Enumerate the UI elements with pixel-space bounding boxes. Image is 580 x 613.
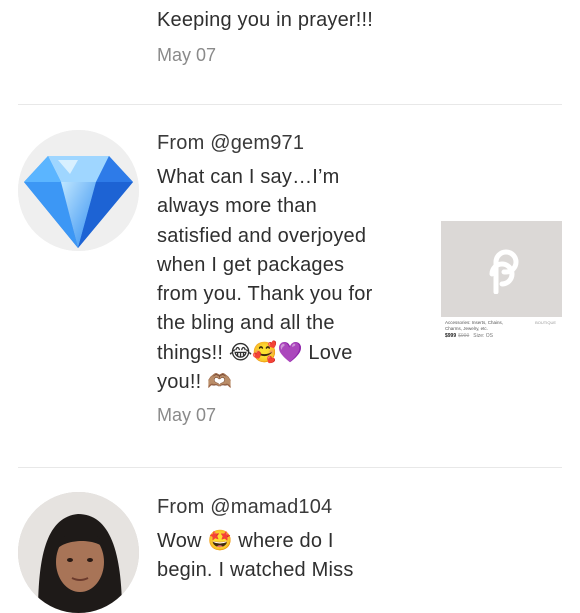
diamond-icon xyxy=(18,130,139,251)
listing-price: $999 $999 Size: OS xyxy=(445,333,558,339)
review-author[interactable]: From @gem971 xyxy=(157,129,417,157)
review-text-line: you!! 🫶🏽 xyxy=(157,371,233,394)
listing-card[interactable]: Accessories: Inserts, Chains, Charms, Je… xyxy=(441,221,562,343)
review-text: What can I say…I’m always more than sati… xyxy=(157,163,417,397)
review-content: From @gem971 What can I say…I’m always m… xyxy=(157,129,417,427)
price: $999 xyxy=(445,333,457,340)
review-text-line: when I get packages xyxy=(157,253,345,276)
review-feed: Keeping you in prayer!!! May 07 From @ge… xyxy=(0,0,580,613)
review-content: Keeping you in prayer!!! May 07 xyxy=(157,6,417,67)
listing-brand: BOUTIQUE xyxy=(535,320,556,325)
review-text-line: What can I say…I’m xyxy=(157,166,340,188)
review-text-line: Wow 🤩 where do I xyxy=(157,530,334,552)
review-text-line: things!! 😂🥰💜 Love xyxy=(157,341,353,364)
listing-size: Size: OS xyxy=(473,333,493,340)
review-content: From @mamad104 Wow 🤩 where do I begin. I… xyxy=(157,493,417,586)
listing-meta: Accessories: Inserts, Chains, Charms, Je… xyxy=(441,317,562,339)
review-text-line: the bling and all the xyxy=(157,312,335,335)
listing-image xyxy=(441,221,562,317)
divider xyxy=(18,104,562,105)
original-price: $999 xyxy=(458,333,470,340)
divider xyxy=(18,467,562,468)
user-photo xyxy=(18,492,139,613)
review-text-line: always more than xyxy=(157,195,317,218)
avatar[interactable] xyxy=(18,492,139,613)
poshmark-logo-icon xyxy=(489,249,518,294)
review-date: May 07 xyxy=(157,45,217,66)
review-text-line: from you. Thank you for xyxy=(157,283,373,306)
review-text: Keeping you in prayer!!! xyxy=(157,9,374,31)
review-text-line: satisfied and overjoyed xyxy=(157,224,367,247)
review-text: Wow 🤩 where do I begin. I watched Miss xyxy=(157,527,417,586)
listing-title: Accessories: Inserts, Chains, Charms, Je… xyxy=(445,320,504,331)
avatar[interactable] xyxy=(18,130,139,251)
review-text-line: begin. I watched Miss xyxy=(157,559,354,582)
review-author[interactable]: From @mamad104 xyxy=(157,493,417,521)
review-date: May 07 xyxy=(157,405,217,426)
